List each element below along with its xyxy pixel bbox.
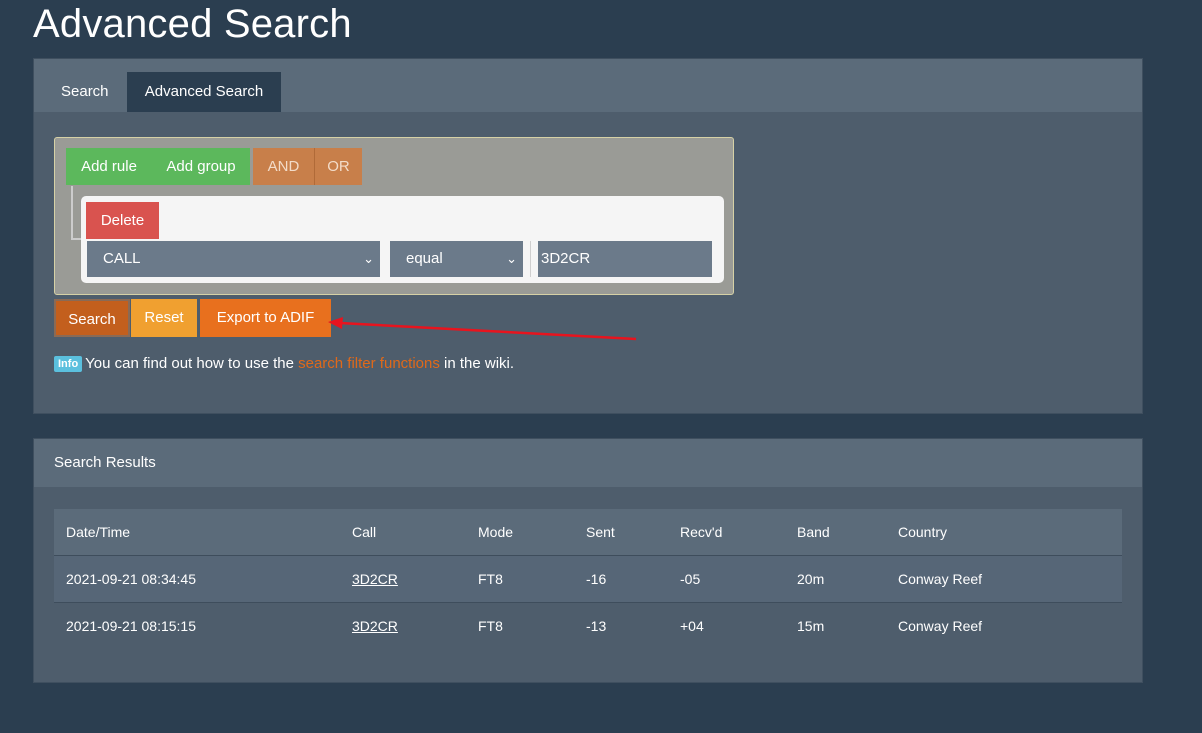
annotation-arrow-icon [328, 317, 637, 341]
